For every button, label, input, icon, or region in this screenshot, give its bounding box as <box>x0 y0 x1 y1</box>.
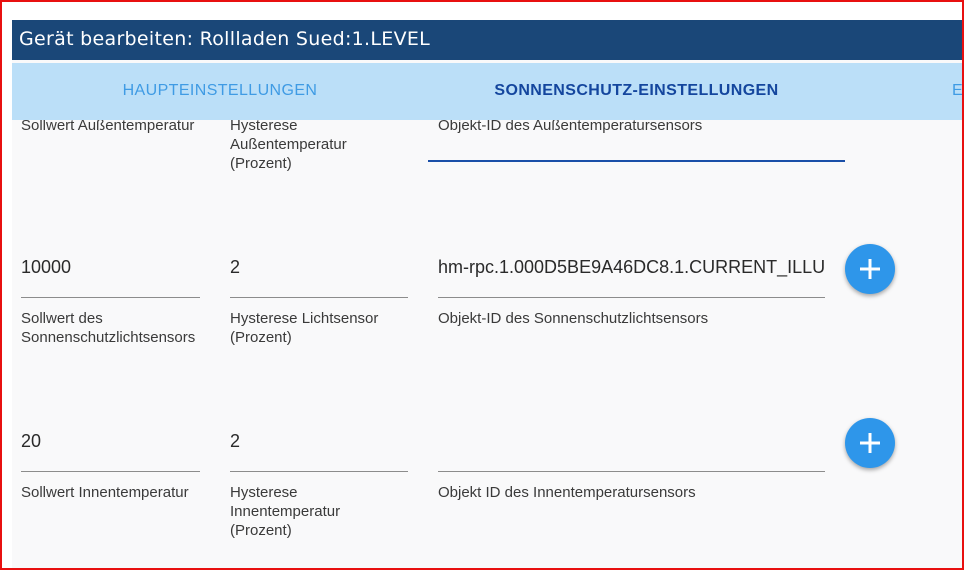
inside-temp-setpoint-underline <box>21 471 200 472</box>
light-sensor-label: Objekt-ID des Sonnenschutzlichtsensors <box>438 310 709 327</box>
light-setpoint-label: Sollwert des Sonnenschutzlichtsensors <box>21 310 196 346</box>
outside-temp-hysteresis-label: Hysterese Außentemperatur (Prozent) <box>230 120 347 172</box>
tab-bar: HAUPTEINSTELLUNGEN SONNENSCHUTZ-EINSTELL… <box>12 63 964 162</box>
inside-temp-sensor-object-id-input[interactable] <box>438 431 825 452</box>
dialog-title: Gerät bearbeiten: Rollladen Sued:1.LEVEL <box>19 28 431 50</box>
outside-temp-setpoint-label: Sollwert Außentemperatur <box>21 120 195 134</box>
select-light-sensor-button[interactable] <box>845 244 895 294</box>
outside-temp-sensor-label: Objekt-ID des Außentemperatursensors <box>438 120 703 134</box>
tab-sun-protection-settings[interactable]: SONNENSCHUTZ-EINSTELLUNGEN <box>428 63 845 120</box>
inside-temp-sensor-label: Objekt ID des Innentemperatursensors <box>438 484 696 501</box>
plus-icon <box>860 259 880 279</box>
light-hysteresis-input[interactable] <box>230 257 400 278</box>
inside-temp-setpoint-label: Sollwert Innentemperatur <box>21 484 189 501</box>
inside-temp-sensor-underline <box>438 471 825 472</box>
form-content: Sollwert Außentemperatur Hysterese Außen… <box>12 120 964 568</box>
dialog-title-bar: Gerät bearbeiten: Rollladen Sued:1.LEVEL <box>12 20 964 60</box>
light-hysteresis-underline <box>230 297 408 298</box>
inside-temp-hysteresis-label: Hysterese Innentemperatur (Prozent) <box>230 484 341 539</box>
plus-icon <box>860 433 880 453</box>
inside-temp-hysteresis-underline <box>230 471 408 472</box>
light-hysteresis-label: Hysterese Lichtsensor (Prozent) <box>230 310 379 346</box>
inside-temp-setpoint-input[interactable] <box>21 431 201 452</box>
light-setpoint-input[interactable] <box>21 257 201 278</box>
light-sensor-underline <box>438 297 825 298</box>
select-inside-temp-sensor-button[interactable] <box>845 418 895 468</box>
light-sensor-object-id-input[interactable] <box>438 257 825 278</box>
tab-next-partial[interactable]: E <box>952 63 964 120</box>
light-setpoint-underline <box>21 297 200 298</box>
inside-temp-hysteresis-input[interactable] <box>230 431 400 452</box>
edit-device-dialog: Gerät bearbeiten: Rollladen Sued:1.LEVEL… <box>12 20 964 568</box>
tab-main-settings[interactable]: HAUPTEINSTELLUNGEN <box>12 63 428 120</box>
